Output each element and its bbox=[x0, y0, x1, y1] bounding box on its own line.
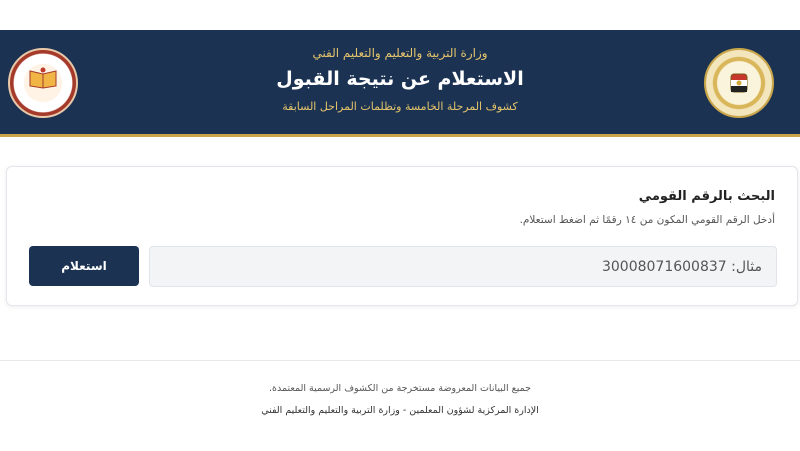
open-book-icon bbox=[29, 67, 57, 89]
search-button[interactable]: استعلام bbox=[29, 246, 139, 286]
footer-owner: الإدارة المركزية لشؤون المعلمين - وزارة … bbox=[261, 405, 539, 416]
site-header: وزارة التربية والتعليم والتعليم الفني ال… bbox=[0, 30, 800, 137]
footer-disclaimer: جميع البيانات المعروضة مستخرجة من الكشوف… bbox=[269, 383, 531, 394]
top-strip bbox=[0, 0, 800, 30]
search-card: البحث بالرقم القومي أدخل الرقم القومي ال… bbox=[6, 166, 798, 306]
eagle-emblem-icon bbox=[730, 73, 748, 93]
search-card-hint: أدخل الرقم القومي المكون من ١٤ رقمًا ثم … bbox=[519, 214, 775, 226]
teachers-affairs-logo-icon bbox=[8, 48, 78, 118]
footer-divider bbox=[0, 360, 800, 361]
search-card-title: البحث بالرقم القومي bbox=[638, 189, 775, 204]
ministry-name: وزارة التربية والتعليم والتعليم الفني bbox=[312, 46, 488, 60]
ministry-seal-icon bbox=[704, 48, 774, 118]
national-id-input[interactable] bbox=[149, 246, 777, 287]
page-subtitle: كشوف المرحلة الخامسة وتظلمات المراحل الس… bbox=[282, 100, 518, 113]
page-title: الاستعلام عن نتيجة القبول bbox=[276, 68, 524, 90]
header-text: وزارة التربية والتعليم والتعليم الفني ال… bbox=[150, 30, 650, 134]
